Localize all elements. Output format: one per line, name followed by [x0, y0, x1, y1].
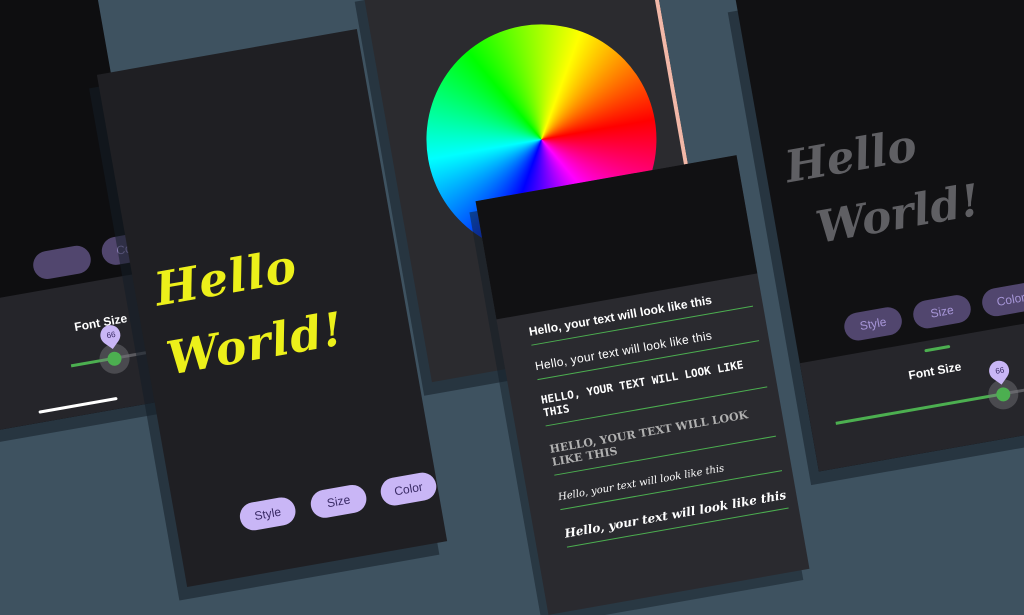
font-size-label: Font Size: [907, 359, 963, 383]
slider-track-filled: [835, 392, 1004, 425]
preview-text-line1: Hello: [781, 120, 921, 194]
style-button[interactable]: Style: [237, 495, 298, 533]
screen-font-list: Hello, your text will look like this Hel…: [475, 155, 810, 615]
preview-text-line1: Hello: [150, 238, 301, 317]
preview-text-line2: World!: [812, 174, 984, 254]
preview-text-line2: World!: [162, 301, 348, 386]
size-button[interactable]: Size: [308, 482, 369, 521]
style-button[interactable]: Style: [842, 305, 905, 343]
slider-thumb[interactable]: [995, 386, 1012, 403]
sheet-handle: [924, 344, 951, 353]
size-button[interactable]: [30, 243, 93, 282]
color-button[interactable]: Color: [378, 470, 439, 508]
size-button[interactable]: Size: [911, 292, 973, 331]
color-button[interactable]: Color: [979, 280, 1024, 319]
bottom-sheet: Font Size 66: [799, 312, 1024, 472]
slider-value-bubble: 66: [985, 356, 1014, 385]
